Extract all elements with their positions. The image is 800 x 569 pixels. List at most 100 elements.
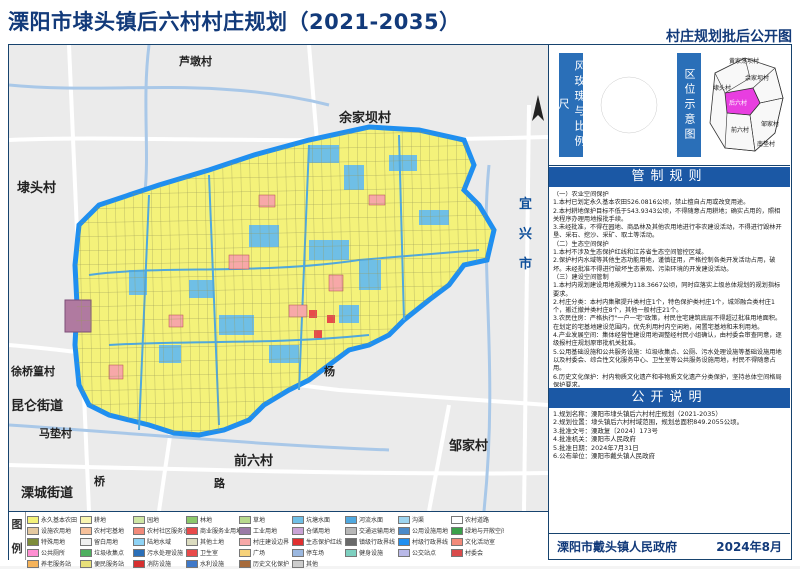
legend-item: 广场 [239,547,292,558]
place-yixing-1: 宜 [519,197,533,212]
legend-swatch [27,515,39,524]
legend-swatch [451,515,463,524]
legend-label: 商业服务业用地 [200,528,239,535]
place-kunlun: 昆仑街道 [11,399,64,414]
land-use-map[interactable]: 芦墩村 余家坝村 埭头村 宜 兴 市 徐桥篁村 昆仑街道 马垫村 溧城街道 前六… [9,45,548,511]
legend-item: 留白用地 [80,536,133,547]
place-yujiaba: 余家坝村 [339,111,392,126]
legend-swatch [345,537,357,546]
legend-swatch [292,537,304,546]
legend-item: 镇级行政界线 [345,536,398,547]
legend-item: 文化活动室 [451,536,504,547]
legend-swatch [186,537,198,546]
legend-swatch [133,537,145,546]
legend-item: 养老服务站 [27,558,80,569]
place-lu: 路 [214,477,225,490]
legend-swatch [80,548,92,557]
legend-label: 耕地 [94,517,107,524]
place-ludun: 芦墩村 [179,55,212,68]
legend-swatch [239,548,251,557]
legend-items: 永久基本农田 耕地 园地 林地 草地 坑塘水面 河流水面 沟渠 农村道路 设施农用地 农村宅基地 农村… [27,514,546,568]
legend-label: 仓储用地 [306,528,331,535]
legend-item: 历史文化保护 [239,558,292,569]
legend-item: 特殊用地 [27,536,80,547]
legend-label: 便民服务站 [94,561,125,568]
rule-line: 5.公用基础设施和公共服务设施：垃圾收集点、公厕、污水处理设施等基础设施用地以及… [553,348,782,373]
place-zoujiaci: 邹家村 [449,439,489,454]
scale-label: 风玫瑰与比例尺 [557,53,586,157]
legend-item: 生态保护红线 [292,536,345,547]
legend-swatch [398,515,410,524]
legend-swatch [451,548,463,557]
place-licheng: 溧城街道 [21,486,74,501]
legend-item: 绿地与开敞空间 [451,525,504,536]
legend-swatch [186,548,198,557]
legend-swatch [345,548,357,557]
location-minimap: 黄家荡坝村 余家坝村 埭头村 后六村 前六村 邹家村 南垫村 [705,53,787,157]
legend-item: 交通运输用地 [345,525,398,536]
legend-label: 绿地与开敞空间 [465,528,504,535]
legend-label: 坑塘水面 [306,517,331,524]
wind-rose-panel [587,53,671,157]
legend-item: 农村社区服务设施用地 [133,525,186,536]
wind-rose-icon [600,76,658,134]
legend-label: 沟渠 [412,517,425,524]
legend-swatch [239,559,251,568]
legend-item: 水利设施 [186,558,239,569]
legend-item: 农村宅基地 [80,525,133,536]
side-panel: 风玫瑰与比例尺 区位示意图 黄家荡坝村 余家坝村 埭头村 后六村 前六村 邹家村… [548,45,791,559]
legend-label: 公用设施用地 [412,528,449,535]
legend-label: 广场 [253,550,266,557]
legend-item: 工业用地 [239,525,292,536]
legend-swatch [451,537,463,546]
legend-swatch [27,559,39,568]
legend-label: 消防设施 [147,561,172,568]
legend-item: 其他土地 [186,536,239,547]
legend-swatch [186,515,198,524]
rule-line: 2.村庄分类：本村内集聚提升类村庄1个，特色保护类村庄1个，城郊融合类村庄1个，… [553,298,775,315]
legend-label: 停车场 [306,550,325,557]
rules-text: （一）农业空间保护 1.本村已划定永久基本农田526.0816公顷，禁止擅自占用或… [553,191,786,387]
footer-date: 2024年8月 [716,540,782,554]
rule-line: 1.本村内规划建设用地规模为118.3667公顷，同时应落实上级总体规划的规划指… [553,282,781,298]
page-subtitle: 村庄规划批后公开图 [666,29,792,45]
legend-item: 坑塘水面 [292,514,345,525]
legend-item: 公交站点 [398,547,451,558]
legend-label: 特殊用地 [41,539,66,546]
place-qiao: 桥 [94,475,105,488]
legend-label: 污水处理设施 [147,550,184,557]
legend-item: 公共厕所 [27,547,80,558]
legend-label: 农村社区服务设施用地 [147,528,186,535]
notice-line: 2.规划位置：埭头镇后六村村域范围，规划总面积849.2055公顷。 [553,418,743,427]
legend-label: 河流水面 [359,517,384,524]
legend-label: 设施农用地 [41,528,72,535]
legend-swatch [292,515,304,524]
legend-label: 镇级行政界线 [359,539,396,546]
legend-head-2: 例 [11,542,23,555]
legend-label: 林地 [200,517,213,524]
rule-line: 4.产业发展空间：集体经营性建设用地调整经村民小组确认，由村委会审查同意，逐级报… [553,332,782,348]
legend-swatch [239,526,251,535]
legend-label: 园地 [147,517,160,524]
notice-line: 6.公布单位：溧阳市戴头镇人民政府 [553,452,655,461]
legend-label: 工业用地 [253,528,278,535]
legend-item: 永久基本农田 [27,514,80,525]
legend-item: 河流水面 [345,514,398,525]
legend-item: 污水处理设施 [133,547,186,558]
legend-item: 仓储用地 [292,525,345,536]
place-qianliu: 前六村 [234,454,274,469]
legend-item: 消防设施 [133,558,186,569]
legend-item: 便民服务站 [80,558,133,569]
legend-label: 农村道路 [465,517,490,524]
legend-item: 公用设施用地 [398,525,451,536]
legend-item: 林地 [186,514,239,525]
legend-head-1: 图 [11,518,23,531]
legend-swatch [133,559,145,568]
location-block: 风玫瑰与比例尺 区位示意图 黄家荡坝村 余家坝村 埭头村 后六村 前六村 邹家村… [549,45,790,166]
minimap-zoujia: 邹家村 [761,121,780,128]
place-yixing-3: 市 [519,257,533,272]
legend-item: 卫生室 [186,547,239,558]
legend-swatch [27,526,39,535]
legend-label: 垃圾收集点 [94,550,125,557]
legend-swatch [398,548,410,557]
